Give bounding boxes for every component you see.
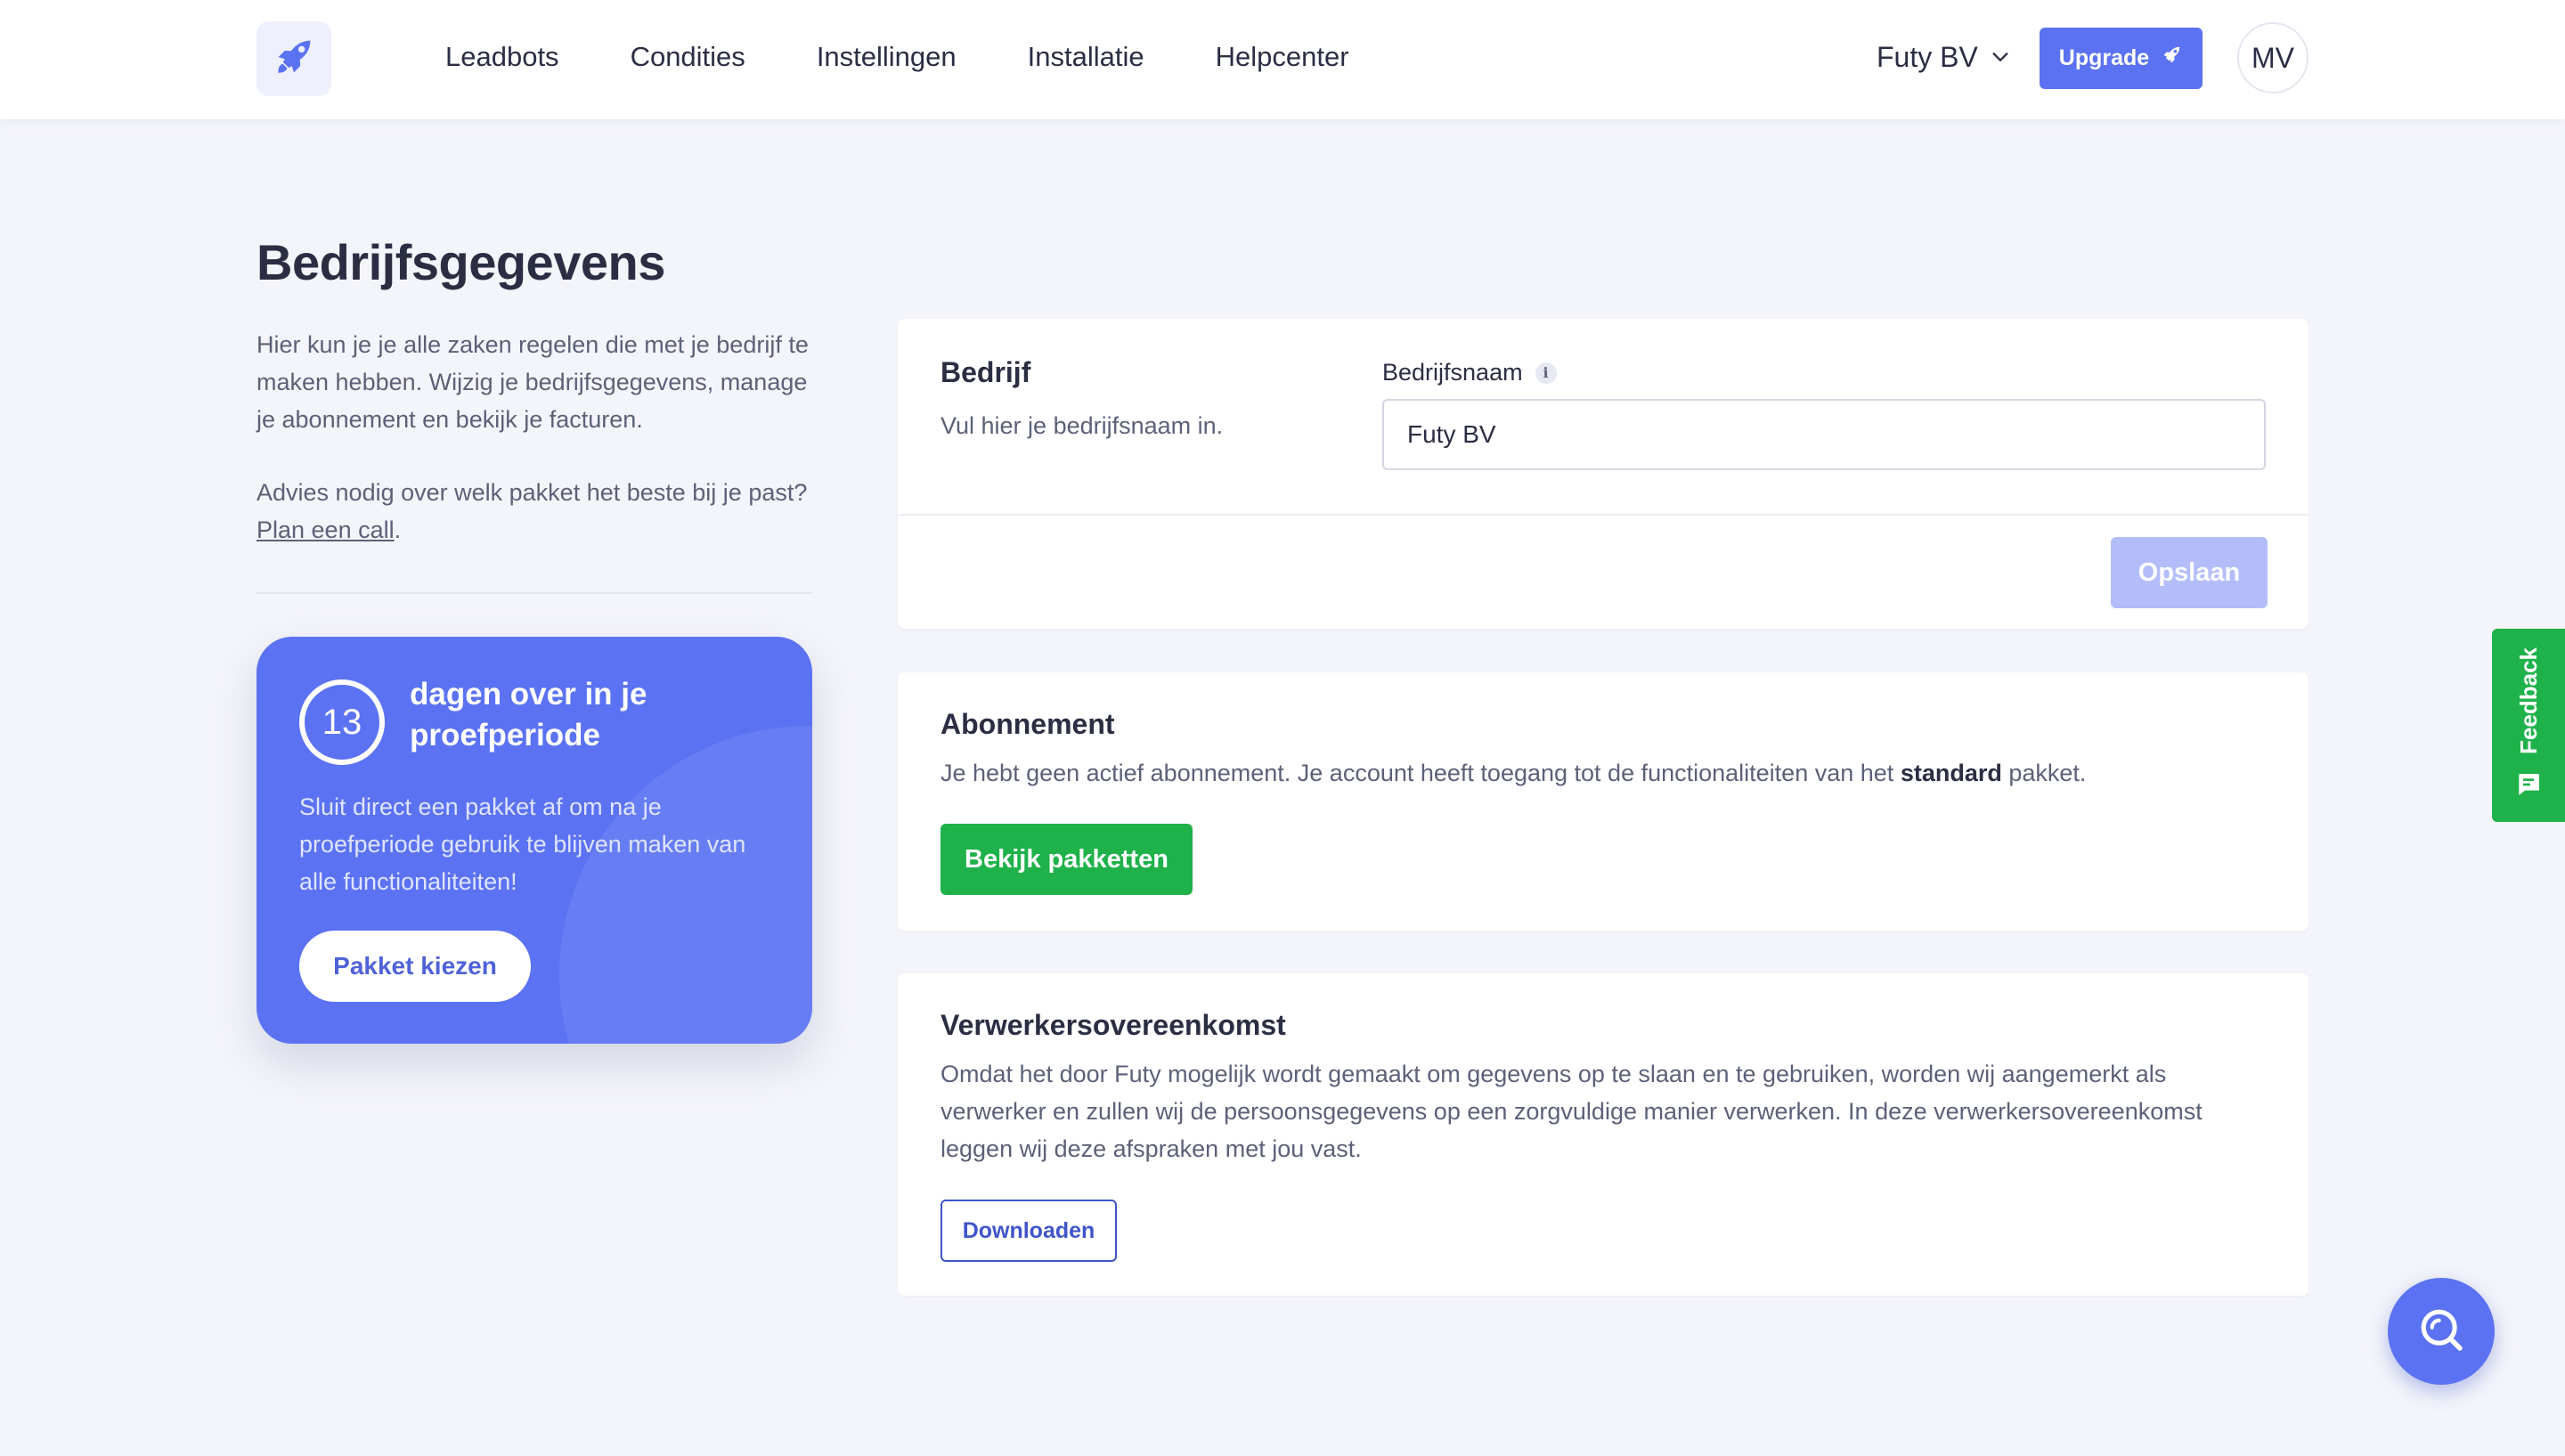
company-card-title: Bedrijf <box>940 356 1031 388</box>
company-card-description: Vul hier je bedrijfsnaam in. <box>940 412 1224 439</box>
company-card: Bedrijf Vul hier je bedrijfsnaam in. Bed… <box>898 319 2308 629</box>
subscription-text-suffix: pakket. <box>2008 760 2087 786</box>
trial-description: Sluit direct een pakket af om na je proe… <box>299 793 746 895</box>
choose-package-button[interactable]: Pakket kiezen <box>299 931 531 1002</box>
trial-title: dagen over in je proefperiode <box>410 677 647 752</box>
divider <box>256 592 812 594</box>
top-navigation: Leadbots Condities Instellingen Installa… <box>0 0 2565 119</box>
advice-text: Advies nodig over welk pakket het beste … <box>256 474 818 549</box>
subscription-plan: standard <box>1900 760 2002 786</box>
nav-item-helpcenter[interactable]: Helpcenter <box>1216 41 1349 73</box>
chat-bubble-icon <box>2514 770 2543 803</box>
feedback-tab[interactable]: Feedback <box>2492 629 2565 822</box>
logo[interactable] <box>256 21 331 96</box>
card-divider <box>898 514 2308 516</box>
dpa-card: Verwerkersovereenkomst Omdat het door Fu… <box>898 973 2308 1296</box>
dpa-description: Omdat het door Futy mogelijk wordt gemaa… <box>940 1061 2203 1162</box>
search-icon <box>2416 1305 2466 1359</box>
company-name-input[interactable] <box>1382 399 2266 470</box>
trial-days-counter: 13 <box>299 679 385 765</box>
nav-item-instellingen[interactable]: Instellingen <box>817 41 957 73</box>
advice-prefix: Advies nodig over welk pakket het beste … <box>256 479 808 506</box>
upgrade-label: Upgrade <box>2058 45 2150 70</box>
feedback-label: Feedback <box>2514 647 2542 754</box>
company-name: Futy BV <box>1877 40 1978 73</box>
company-name-label-text: Bedrijfsnaam <box>1382 359 1523 386</box>
company-name-label: Bedrijfsnaam i <box>1382 359 1557 386</box>
help-search-button[interactable] <box>2388 1278 2495 1385</box>
upgrade-button[interactable]: Upgrade <box>2040 28 2203 89</box>
view-packages-button[interactable]: Bekijk pakketten <box>940 824 1193 895</box>
trial-card: 13 dagen over in je proefperiode Sluit d… <box>256 637 812 1044</box>
page-title: Bedrijfsgegevens <box>256 234 665 290</box>
nav-item-condities[interactable]: Condities <box>631 41 745 73</box>
main-nav: Leadbots Condities Instellingen Installa… <box>445 0 1421 114</box>
avatar[interactable]: MV <box>2237 22 2308 94</box>
info-icon[interactable]: i <box>1535 362 1557 384</box>
rocket-icon <box>2149 44 2183 73</box>
advice-suffix: . <box>394 517 402 543</box>
save-button[interactable]: Opslaan <box>2111 537 2268 608</box>
subscription-description: Je hebt geen actief abonnement. Je accou… <box>940 754 2276 792</box>
nav-item-installatie[interactable]: Installatie <box>1028 41 1144 73</box>
rocket-icon <box>271 34 317 85</box>
plan-call-link[interactable]: Plan een call <box>256 517 395 543</box>
dpa-card-title: Verwerkersovereenkomst <box>940 1009 1286 1041</box>
company-switcher[interactable]: Futy BV <box>1877 36 2010 78</box>
page-intro: Hier kun je je alle zaken regelen die me… <box>256 331 809 433</box>
chevron-down-icon <box>1978 41 2010 74</box>
subscription-card: Abonnement Je hebt geen actief abonnemen… <box>898 672 2308 931</box>
subscription-card-title: Abonnement <box>940 708 1115 740</box>
subscription-text-prefix: Je hebt geen actief abonnement. Je accou… <box>940 760 1894 786</box>
nav-item-leadbots[interactable]: Leadbots <box>445 41 559 73</box>
download-button[interactable]: Downloaden <box>940 1200 1117 1262</box>
